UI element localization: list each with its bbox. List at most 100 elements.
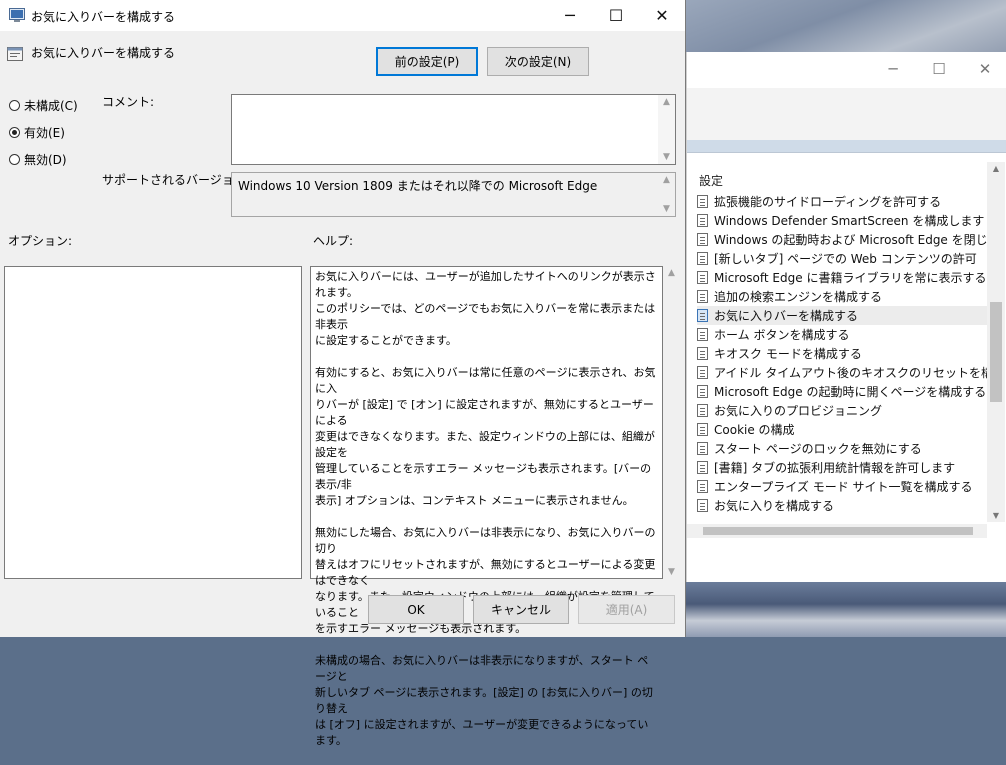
supported-on-label: サポートされるバージョン: xyxy=(102,173,250,187)
radio-enabled[interactable]: 有効(E) xyxy=(9,124,65,141)
maximize-icon[interactable]: ☐ xyxy=(929,60,949,80)
hscroll-thumb[interactable] xyxy=(703,527,973,535)
background-window-toolbar xyxy=(687,88,1006,140)
setting-list-item[interactable]: Windows Defender SmartScreen を構成します xyxy=(697,211,987,230)
ok-button[interactable]: OK xyxy=(368,595,464,624)
cancel-button[interactable]: キャンセル xyxy=(473,595,569,624)
scroll-down-icon[interactable]: ▼ xyxy=(658,152,675,162)
setting-list-item[interactable]: 追加の検索エンジンを構成する xyxy=(697,287,987,306)
setting-list-item[interactable]: スタート ページのロックを無効にする xyxy=(697,439,987,458)
radio-circle[interactable] xyxy=(9,100,20,111)
previous-setting-button[interactable]: 前の設定(P) xyxy=(376,47,478,76)
apply-button[interactable]: 適用(A) xyxy=(578,595,675,624)
setting-list-item[interactable]: キオスク モードを構成する xyxy=(697,344,987,363)
setting-list-item[interactable]: Windows の起動時および Microsoft Edge を閉じるたび xyxy=(697,230,987,249)
setting-list-item[interactable]: Cookie の構成 xyxy=(697,420,987,439)
supported-on-field: Windows 10 Version 1809 またはそれ以降での Micros… xyxy=(231,172,676,217)
options-label: オプション: xyxy=(8,234,73,248)
policy-setting-icon xyxy=(697,233,708,246)
policy-setting-icon xyxy=(697,271,708,284)
setting-list-item-label: 拡張機能のサイドローディングを許可する xyxy=(714,195,942,209)
dialog-title: お気に入りバーを構成する xyxy=(31,10,176,24)
policy-setting-icon xyxy=(697,252,708,265)
dialog-titlebar: お気に入りバーを構成する ─ ☐ ✕ xyxy=(0,0,685,31)
setting-list-item-label: Windows の起動時および Microsoft Edge を閉じるたび xyxy=(714,233,987,247)
setting-list-item[interactable]: アイドル タイムアウト後のキオスクのリセットを構成する xyxy=(697,363,987,382)
background-editor-window[interactable]: ─ ☐ ✕ 設定 拡張機能のサイドローディングを許可する Windows Defe… xyxy=(686,52,1006,582)
policy-setting-icon xyxy=(697,309,708,322)
setting-list-hscrollbar[interactable] xyxy=(687,524,987,538)
scroll-thumb[interactable] xyxy=(990,302,1002,402)
setting-list-item-label: エンタープライズ モード サイト一覧を構成する xyxy=(714,480,973,494)
policy-setting-icon xyxy=(697,214,708,227)
setting-list-item-label: お気に入りを構成する xyxy=(714,499,835,513)
setting-list-item[interactable]: [新しいタブ] ページでの Web コンテンツの許可 xyxy=(697,249,987,268)
close-icon[interactable]: ✕ xyxy=(975,60,995,80)
setting-list-item-label: Windows Defender SmartScreen を構成します xyxy=(714,214,985,228)
desktop-wallpaper-bottom xyxy=(686,582,1006,637)
minimize-icon[interactable]: ─ xyxy=(547,0,593,31)
minimize-icon[interactable]: ─ xyxy=(883,60,903,80)
scroll-up-icon[interactable]: ▲ xyxy=(658,175,675,185)
help-paragraph: 有効にすると、お気に入りバーは常に任意のページに表示され、お気に入 りバーが [… xyxy=(315,366,656,507)
policy-setting-icon xyxy=(697,328,708,341)
scroll-up-icon[interactable]: ▲ xyxy=(663,268,680,278)
policy-setting-icon xyxy=(697,195,708,208)
setting-list-item-label: お気に入りのプロビジョニング xyxy=(714,404,883,418)
setting-list-item[interactable]: 拡張機能のサイドローディングを許可する xyxy=(697,192,987,211)
radio-disabled-label: 無効(D) xyxy=(24,153,67,167)
radio-circle-selected[interactable] xyxy=(9,127,20,138)
setting-list-item-label: お気に入りバーを構成する xyxy=(714,309,859,323)
policy-setting-icon xyxy=(697,385,708,398)
comment-field[interactable]: ▲ ▼ xyxy=(231,94,676,165)
help-panel[interactable]: お気に入りバーには、ユーザーが追加したサイトへのリンクが表示されます。 このポリ… xyxy=(310,266,663,747)
setting-list-item-label: 追加の検索エンジンを構成する xyxy=(714,290,883,304)
radio-not-configured-label: 未構成(C) xyxy=(24,99,78,113)
maximize-icon[interactable]: ☐ xyxy=(593,0,639,31)
policy-setting-icon xyxy=(697,423,708,436)
radio-not-configured[interactable]: 未構成(C) xyxy=(9,97,78,114)
setting-list-item[interactable]: お気に入りバーを構成する xyxy=(697,306,987,325)
scroll-down-icon[interactable]: ▼ xyxy=(658,204,675,214)
setting-list-item-label: Microsoft Edge に書籍ライブラリを常に表示する xyxy=(714,271,987,285)
help-scrollbar[interactable]: ▲ ▼ xyxy=(663,266,680,579)
setting-list-item-label: キオスク モードを構成する xyxy=(714,347,862,361)
setting-list-item-label: アイドル タイムアウト後のキオスクのリセットを構成する xyxy=(714,366,987,380)
background-window-titlebar: ─ ☐ ✕ xyxy=(687,52,1006,88)
scroll-down-icon[interactable]: ▼ xyxy=(987,511,1005,520)
setting-list-item[interactable]: お気に入りを構成する xyxy=(697,496,987,515)
help-paragraph: お気に入りバーには、ユーザーが追加したサイトへのリンクが表示されます。 このポリ… xyxy=(315,270,656,347)
comment-scrollbar[interactable]: ▲ ▼ xyxy=(658,95,675,164)
policy-dialog: お気に入りバーを構成する ─ ☐ ✕ お気に入りバーを構成する 前の設定(P) … xyxy=(0,0,686,747)
next-setting-button[interactable]: 次の設定(N) xyxy=(487,47,589,76)
setting-list-item[interactable]: Microsoft Edge に書籍ライブラリを常に表示する xyxy=(697,268,987,287)
setting-list-item[interactable]: [書籍] タブの拡張利用統計情報を許可します xyxy=(697,458,987,477)
setting-list-item-label: Microsoft Edge の起動時に開くページを構成する xyxy=(714,385,987,399)
setting-list-item-label: スタート ページのロックを無効にする xyxy=(714,442,922,456)
policy-setting-icon xyxy=(697,347,708,360)
radio-circle[interactable] xyxy=(9,154,20,165)
background-window-header-band xyxy=(687,140,1006,153)
setting-list-item-label: Cookie の構成 xyxy=(714,423,795,437)
supported-on-value: Windows 10 Version 1809 またはそれ以降での Micros… xyxy=(238,179,598,193)
policy-setting-icon xyxy=(9,8,25,22)
close-icon[interactable]: ✕ xyxy=(639,0,685,31)
setting-list-item[interactable]: お気に入りのプロビジョニング xyxy=(697,401,987,420)
supported-scrollbar[interactable]: ▲ ▼ xyxy=(658,173,675,216)
scroll-up-icon[interactable]: ▲ xyxy=(987,164,1005,173)
scroll-down-icon[interactable]: ▼ xyxy=(663,567,680,577)
setting-list-item[interactable]: Microsoft Edge の起動時に開くページを構成する xyxy=(697,382,987,401)
setting-list-scrollbar[interactable]: ▲ ▼ xyxy=(987,162,1005,522)
setting-column-header[interactable]: 設定 xyxy=(699,172,723,189)
help-text: お気に入りバーには、ユーザーが追加したサイトへのリンクが表示されます。 このポリ… xyxy=(315,269,659,765)
setting-list-item-label: [書籍] タブの拡張利用統計情報を許可します xyxy=(714,461,956,475)
scroll-up-icon[interactable]: ▲ xyxy=(658,97,675,107)
policy-setting-icon xyxy=(7,47,23,61)
setting-list-item[interactable]: エンタープライズ モード サイト一覧を構成する xyxy=(697,477,987,496)
comment-label: コメント: xyxy=(102,95,155,109)
options-panel[interactable] xyxy=(4,266,302,579)
radio-disabled[interactable]: 無効(D) xyxy=(9,151,67,168)
setting-list-item[interactable]: ホーム ボタンを構成する xyxy=(697,325,987,344)
setting-list[interactable]: 設定 拡張機能のサイドローディングを許可する Windows Defender S… xyxy=(687,162,987,522)
setting-name-header: お気に入りバーを構成する xyxy=(31,46,176,60)
